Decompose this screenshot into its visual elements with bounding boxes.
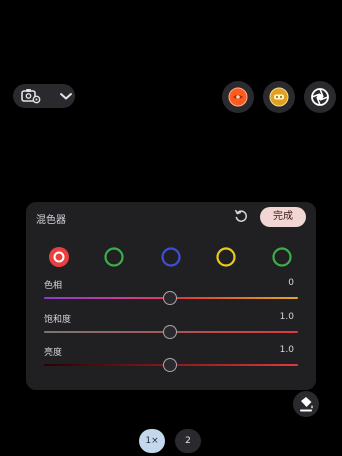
paint-bucket-icon: [300, 397, 313, 412]
swatch-red[interactable]: [48, 246, 70, 268]
zoom-1x-button[interactable]: 1×: [139, 429, 165, 453]
filter-gold-icon: [269, 87, 289, 107]
filter-warm-icon: [228, 87, 248, 107]
filter-warm-button[interactable]: [222, 81, 254, 113]
brightness-slider-thumb[interactable]: [163, 358, 177, 372]
saturation-label: 饱和度: [44, 315, 72, 325]
panel-title: 混色器: [36, 215, 66, 226]
swatch-green-2[interactable]: [271, 246, 293, 268]
zoom-2x-button[interactable]: 2: [175, 429, 201, 453]
camera-settings-icon: [21, 89, 41, 104]
done-button[interactable]: 完成: [260, 207, 306, 227]
hue-value: 0: [288, 278, 294, 288]
saturation-value: 1.0: [279, 312, 294, 322]
swatch-blue[interactable]: [160, 246, 182, 268]
swatch-green[interactable]: [103, 246, 125, 268]
swatch-yellow[interactable]: [215, 246, 237, 268]
chevron-down-icon: [60, 93, 72, 100]
aperture-icon: [311, 88, 329, 106]
aperture-button[interactable]: [304, 81, 336, 113]
filter-gold-button[interactable]: [263, 81, 295, 113]
brightness-label: 亮度: [44, 348, 63, 358]
hue-label: 色相: [44, 281, 63, 291]
color-mixer-panel: 混色器 完成 色相 0 饱和度 1.0 亮度 1.0: [26, 202, 316, 390]
reset-icon[interactable]: [233, 208, 249, 224]
saturation-slider-thumb[interactable]: [163, 325, 177, 339]
hue-slider-thumb[interactable]: [163, 291, 177, 305]
paint-bucket-button[interactable]: [293, 391, 319, 417]
camera-mode-selector[interactable]: [13, 84, 75, 108]
brightness-value: 1.0: [279, 345, 294, 355]
zoom-selector: 1× 2: [139, 429, 203, 453]
